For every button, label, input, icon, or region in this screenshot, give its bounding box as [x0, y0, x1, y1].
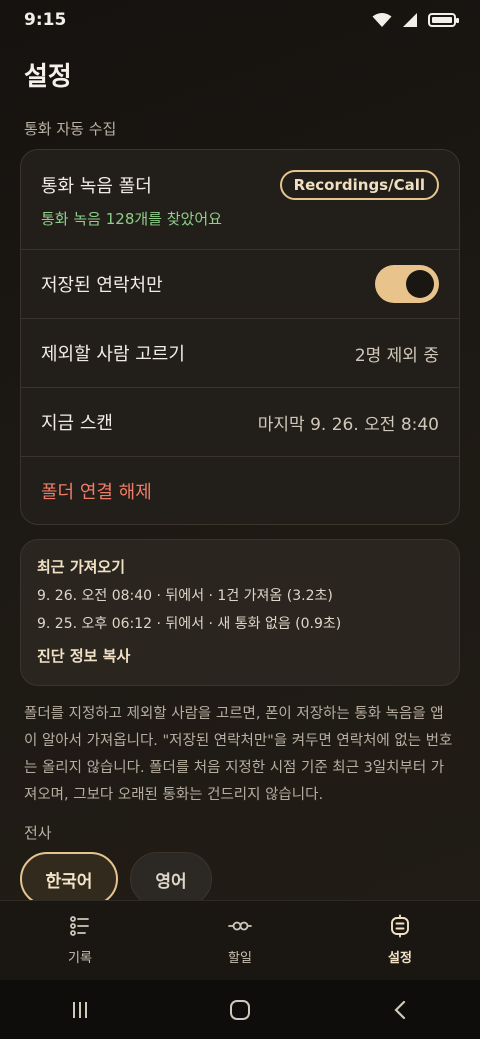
bottom-nav: 기록 할일 설정	[0, 900, 480, 980]
nav-item-todo[interactable]: 할일	[180, 913, 300, 966]
recent-import-line: 9. 25. 오후 06:12 · 뒤에서 · 새 통화 없음 (0.9초)	[37, 616, 342, 632]
recents-icon[interactable]	[50, 990, 110, 1030]
nav-label-settings: 설정	[388, 951, 412, 966]
language-chip-korean[interactable]: 한국어	[20, 852, 118, 906]
page-title: 설정	[24, 62, 72, 92]
nav-label-todo: 할일	[228, 951, 252, 966]
recording-folder-row[interactable]: 통화 녹음 폴더 Recordings/Call 통화 녹음 128개를 찾았어…	[21, 150, 459, 250]
copy-diagnostics-button[interactable]: 진단 정보 복사	[37, 645, 130, 666]
scan-now-row[interactable]: 지금 스캔 마지막 9. 26. 오전 8:40	[21, 388, 459, 457]
status-icons	[372, 12, 459, 28]
recent-import-line: 9. 26. 오전 08:40 · 뒤에서 · 1건 가져옴 (3.2초)	[37, 588, 333, 604]
link-icon	[227, 913, 253, 939]
status-time: 9:15	[24, 10, 67, 30]
section-label-auto-collect: 통화 자동 수집	[24, 120, 117, 138]
cellular-signal-icon	[403, 13, 417, 27]
system-nav-bar	[0, 980, 480, 1039]
contacts-only-row[interactable]: 저장된 연락처만	[21, 250, 459, 319]
exclude-count-value: 2명 제외 중	[354, 345, 439, 366]
list-icon	[68, 913, 92, 939]
language-chip-english[interactable]: 영어	[130, 852, 212, 906]
back-icon[interactable]	[370, 990, 430, 1030]
folder-path-badge[interactable]: Recordings/Call	[279, 170, 439, 200]
settings-icon	[388, 913, 412, 939]
found-recordings-text: 통화 녹음 128개를 찾았어요	[41, 210, 222, 228]
disconnect-folder-button[interactable]: 폴더 연결 해제	[41, 478, 152, 504]
last-scan-value: 마지막 9. 26. 오전 8:40	[257, 414, 439, 435]
disconnect-folder-row[interactable]: 폴더 연결 해제	[21, 457, 459, 524]
nav-item-settings[interactable]: 설정	[340, 913, 460, 966]
contacts-only-label: 저장된 연락처만	[41, 275, 163, 296]
nav-item-records[interactable]: 기록	[20, 913, 140, 966]
section-label-transcribe: 전사	[24, 824, 52, 842]
status-bar: 9:15	[0, 0, 480, 40]
exclude-people-label: 제외할 사람 고르기	[41, 344, 185, 365]
recent-import-title: 최근 가져오기	[37, 558, 126, 576]
wifi-icon	[372, 13, 392, 27]
scan-now-label: 지금 스캔	[41, 413, 113, 434]
recent-import-card: 최근 가져오기 9. 26. 오전 08:40 · 뒤에서 · 1건 가져옴 (…	[20, 539, 460, 686]
auto-collect-card: 통화 녹음 폴더 Recordings/Call 통화 녹음 128개를 찾았어…	[20, 149, 460, 525]
auto-collect-description: 폴더를 지정하고 제외할 사람을 고르면, 폰이 저장하는 통화 녹음을 앱이 …	[24, 706, 453, 803]
battery-icon	[428, 13, 459, 27]
recording-folder-label: 통화 녹음 폴더	[41, 176, 152, 197]
home-icon[interactable]	[210, 990, 270, 1030]
contacts-only-toggle[interactable]	[375, 265, 439, 303]
exclude-people-row[interactable]: 제외할 사람 고르기 2명 제외 중	[21, 319, 459, 388]
toggle-knob	[406, 270, 434, 298]
nav-label-records: 기록	[68, 951, 92, 966]
